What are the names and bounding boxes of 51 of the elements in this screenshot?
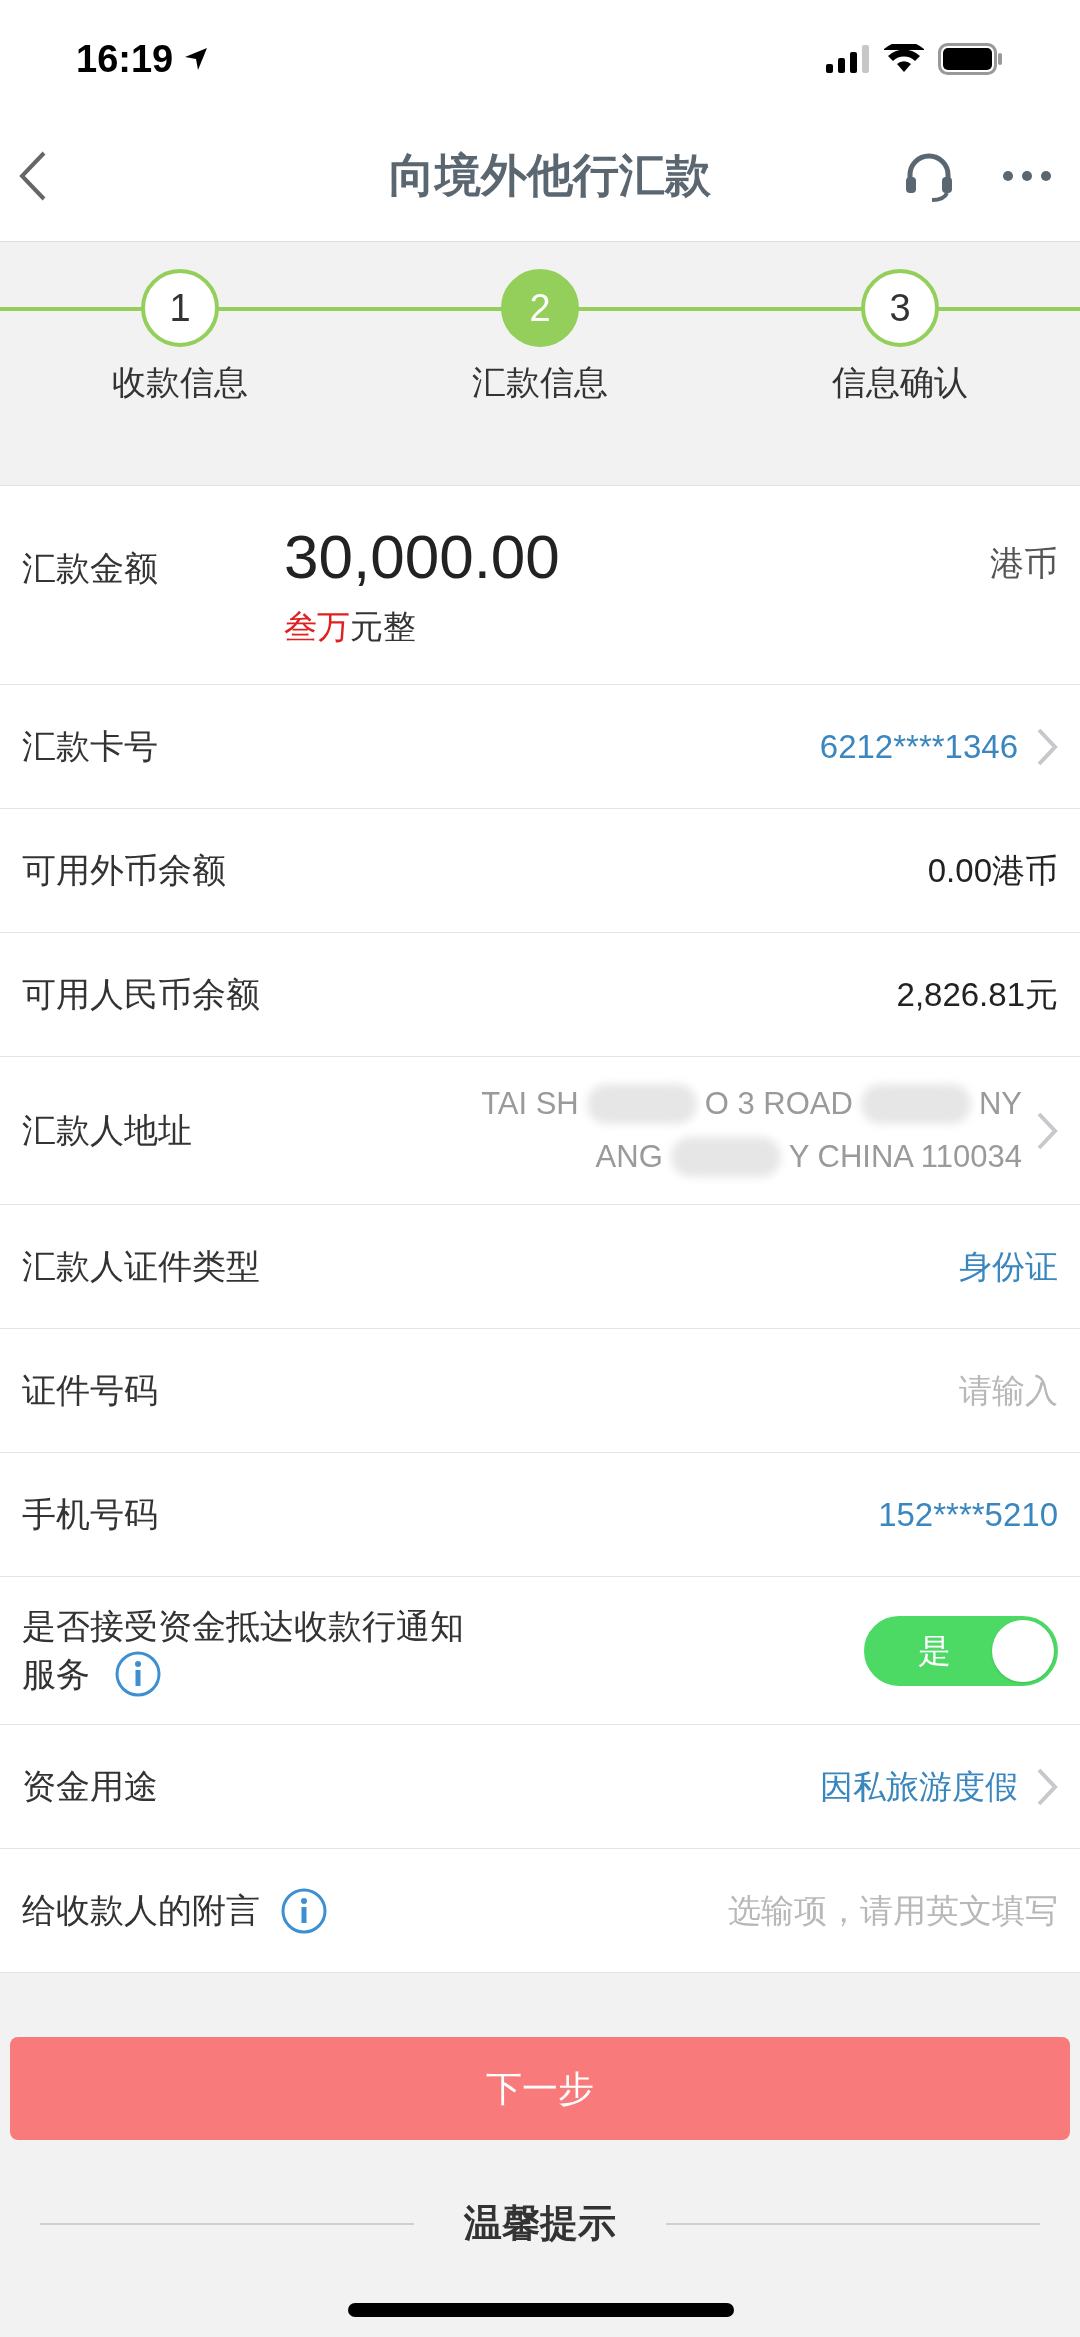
step-label: 汇款信息 [472,362,608,403]
page-title: 向境外他行汇款 [389,148,711,203]
field-value: 0.00港币 [927,850,1058,891]
chevron-right-icon [1036,1110,1058,1151]
next-step-button[interactable]: 下一步 [10,2037,1070,2140]
info-icon[interactable] [280,1886,328,1935]
step-number: 3 [861,269,939,347]
step-label: 信息确认 [832,362,968,403]
more-icon[interactable] [1002,169,1052,182]
field-value[interactable]: 152****5210 [878,1489,1058,1540]
location-arrow-icon [183,46,210,72]
status-time: 16:19 [76,36,174,82]
amount-in-words: 叁万元整 [284,606,417,647]
field-label: 汇款人地址 [22,1110,192,1151]
step-number: 2 [501,269,579,347]
field-value[interactable]: 6212****1346 [819,721,1018,772]
text-input[interactable]: 请输入 [538,1365,1058,1416]
field-label: 资金用途 [22,1766,158,1807]
signal-icon [826,45,870,73]
field-label: 汇款卡号 [22,726,158,767]
toggle-thumb [992,1619,1054,1682]
address-text: NY [978,1085,1022,1123]
field-label: 证件号码 [22,1370,158,1411]
wifi-icon [884,44,924,74]
step-number: 1 [141,269,219,347]
amount-value: 30,000.00 [284,521,560,593]
field-label: 给收款人的附言 [22,1890,260,1931]
field-value[interactable]: 因私旅游度假 [820,1761,1018,1812]
battery-icon [938,43,1004,75]
back-icon[interactable] [18,149,48,202]
field-label: 可用外币余额 [22,850,226,891]
field-label: 是否接受资金抵达收款行通知 [22,1605,464,1647]
address-text: Y CHINA 110034 [788,1137,1022,1176]
field-label: 汇款人证件类型 [22,1246,260,1287]
field-value: 2,826.81元 [896,974,1058,1015]
toggle-label: 是 [918,1630,951,1671]
field-value[interactable]: 身份证 [959,1241,1058,1292]
address-text: TAI SH [481,1085,579,1123]
chevron-right-icon [1036,1766,1058,1807]
field-label: 手机号码 [22,1494,158,1535]
step-label: 收款信息 [112,362,248,403]
info-icon[interactable] [114,1650,162,1699]
address-text: ANG [595,1137,663,1176]
chevron-right-icon [1036,726,1058,767]
field-label: 可用人民币余额 [22,974,260,1015]
tips-title: 温馨提示 [464,2201,616,2246]
field-label: 服务 [22,1653,90,1695]
currency-label: 港币 [990,543,1058,584]
field-label: 汇款金额 [22,548,159,589]
text-input[interactable]: 选输项，请用英文填写 [538,1885,1058,1936]
address-text: O 3 ROAD [704,1085,853,1123]
